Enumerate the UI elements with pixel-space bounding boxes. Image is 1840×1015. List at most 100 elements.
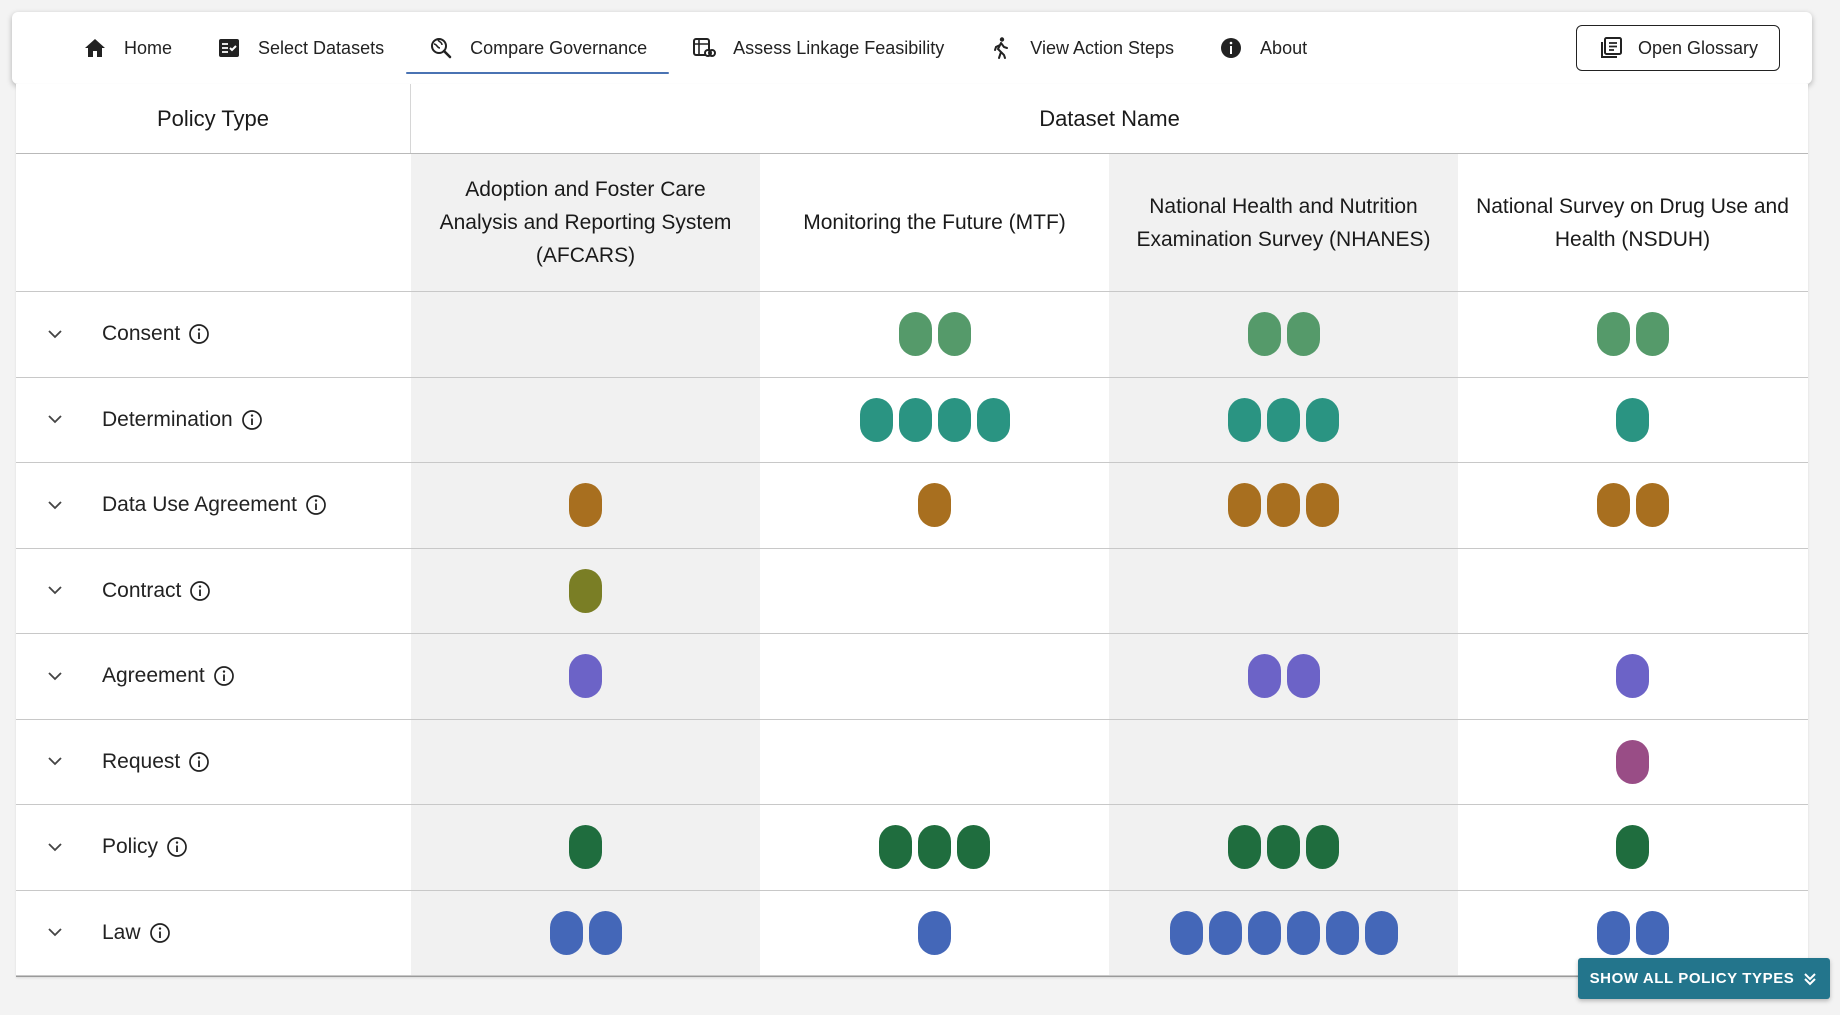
policy-pill[interactable] [1596, 910, 1630, 955]
info-outline-icon[interactable] [241, 409, 263, 431]
policy-pill[interactable] [1247, 654, 1281, 699]
info-outline-icon[interactable] [213, 665, 235, 687]
chevron-down-icon[interactable] [44, 494, 66, 516]
info-outline-icon[interactable] [188, 323, 210, 345]
table-row: Agreement [16, 634, 1808, 720]
policy-pill[interactable] [937, 312, 971, 357]
policy-pill[interactable] [1208, 910, 1242, 955]
info-outline-icon[interactable] [166, 836, 188, 858]
policy-pill[interactable] [1267, 825, 1300, 870]
nav-about-label: About [1260, 37, 1308, 58]
info-outline-icon[interactable] [189, 580, 211, 602]
policy-count-cell [760, 292, 1109, 377]
policy-count-cell [411, 805, 760, 890]
policy-pill[interactable] [1616, 739, 1649, 784]
nav-home[interactable]: Home [60, 22, 194, 74]
policy-count-cell [760, 549, 1109, 634]
chevron-down-icon[interactable] [44, 665, 66, 687]
chevron-down-icon[interactable] [44, 409, 66, 431]
policy-pill[interactable] [898, 397, 932, 442]
info-outline-icon[interactable] [149, 922, 171, 944]
policy-pill-group [1616, 825, 1649, 870]
policy-pill[interactable] [1247, 312, 1281, 357]
dataset-header-nsduh: National Survey on Drug Use and Health (… [1476, 194, 1789, 251]
policy-pill-group [1228, 483, 1339, 528]
search-globe-icon [428, 35, 454, 61]
policy-pill[interactable] [549, 910, 583, 955]
policy-count-cell [760, 720, 1109, 805]
policy-pill[interactable] [1635, 483, 1669, 528]
policy-pill[interactable] [1228, 397, 1261, 442]
policy-pill[interactable] [918, 910, 951, 955]
chevron-down-icon[interactable] [44, 751, 66, 773]
nav-assess-linkage[interactable]: Assess Linkage Feasibility [669, 22, 966, 74]
table-row: Law [16, 890, 1808, 976]
chevron-down-icon[interactable] [44, 323, 66, 345]
policy-type-cell: Data Use Agreement [16, 463, 411, 548]
show-all-policy-types-button[interactable]: SHOW ALL POLICY TYPES [1578, 958, 1830, 999]
nav-home-label: Home [124, 37, 173, 58]
policy-pill[interactable] [588, 910, 622, 955]
policy-pill[interactable] [918, 825, 951, 870]
policy-pill[interactable] [879, 825, 912, 870]
table-row: Determination [16, 377, 1808, 463]
policy-pill[interactable] [1325, 910, 1359, 955]
policy-pill[interactable] [898, 312, 932, 357]
policy-pill[interactable] [1228, 483, 1261, 528]
policy-pill[interactable] [1635, 910, 1669, 955]
policy-pill[interactable] [1306, 483, 1339, 528]
policy-pill[interactable] [1286, 312, 1320, 357]
policy-pill[interactable] [1286, 654, 1320, 699]
policy-pill[interactable] [937, 397, 971, 442]
policy-pill[interactable] [569, 825, 602, 870]
policy-count-cell [1109, 805, 1458, 890]
policy-pill[interactable] [918, 483, 951, 528]
policy-pill-group [1596, 910, 1669, 955]
policy-pill[interactable] [957, 825, 990, 870]
policy-pill[interactable] [569, 654, 602, 699]
chevron-down-icon[interactable] [44, 836, 66, 858]
nav-view-action-steps[interactable]: View Action Steps [966, 22, 1196, 74]
info-outline-icon[interactable] [188, 751, 210, 773]
policy-pill[interactable] [569, 568, 602, 613]
policy-pill[interactable] [1267, 397, 1300, 442]
policy-pill[interactable] [1169, 910, 1203, 955]
policy-pill[interactable] [1306, 397, 1339, 442]
open-glossary-button[interactable]: Open Glossary [1576, 25, 1780, 71]
policy-pill[interactable] [1267, 483, 1300, 528]
policy-pill[interactable] [1228, 825, 1261, 870]
table-row: Consent [16, 292, 1808, 378]
nav-compare-governance[interactable]: Compare Governance [406, 22, 670, 74]
policy-pill-group [569, 483, 602, 528]
policy-pill[interactable] [1596, 312, 1630, 357]
policy-pill[interactable] [1635, 312, 1669, 357]
policy-pill[interactable] [1286, 910, 1320, 955]
policy-count-cell [1109, 463, 1458, 548]
policy-pill[interactable] [1364, 910, 1398, 955]
policy-pill[interactable] [1306, 825, 1339, 870]
policy-type-cell: Law [16, 891, 411, 976]
policy-pill[interactable] [976, 397, 1010, 442]
policy-pill[interactable] [1616, 397, 1649, 442]
chevron-down-icon[interactable] [44, 580, 66, 602]
policy-pill-group [1228, 397, 1339, 442]
policy-pill[interactable] [1616, 825, 1649, 870]
policy-count-cell [411, 377, 760, 462]
policy-type-cell: Determination [16, 378, 411, 463]
policy-pill[interactable] [1596, 483, 1630, 528]
nav-select-datasets[interactable]: Select Datasets [194, 22, 406, 74]
chevron-down-icon[interactable] [44, 922, 66, 944]
policy-pill-group [1616, 654, 1649, 699]
policy-pill-group [859, 397, 1010, 442]
policy-pill[interactable] [1247, 910, 1281, 955]
policy-pill-group [1247, 312, 1320, 357]
nav-view-action-steps-label: View Action Steps [1030, 37, 1175, 58]
nav-about[interactable]: About [1196, 22, 1329, 74]
policy-pill[interactable] [569, 483, 602, 528]
policy-count-cell [1109, 377, 1458, 462]
policy-type-cell: Agreement [16, 634, 411, 719]
info-outline-icon[interactable] [305, 494, 327, 516]
policy-count-cell [1458, 720, 1807, 805]
policy-pill[interactable] [859, 397, 893, 442]
policy-pill[interactable] [1616, 654, 1649, 699]
